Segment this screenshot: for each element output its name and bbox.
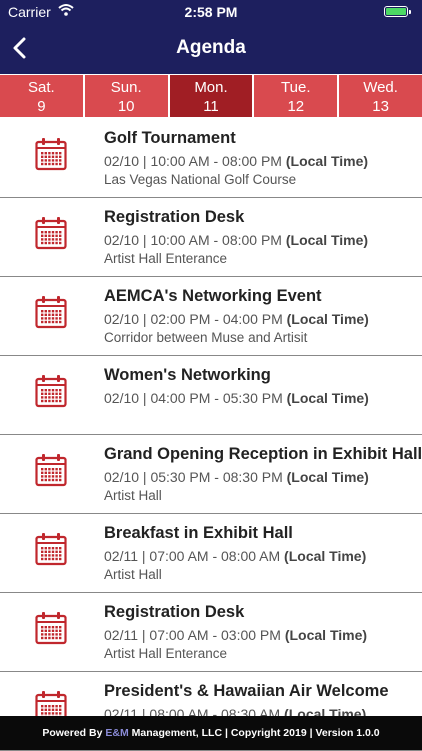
event-timezone: (Local Time) — [285, 232, 369, 248]
day-name: Mon. — [194, 79, 228, 96]
day-date: 10 — [117, 98, 135, 115]
page-title: Agenda — [176, 37, 246, 58]
agenda-list: Golf Tournament 02/10 | 10:00 AM - 08:00… — [0, 119, 422, 751]
event-timezone: (Local Time) — [284, 627, 368, 643]
event-time: 02/10 | 04:00 PM - 05:30 PM (Local Time) — [104, 390, 369, 406]
battery-icon — [384, 6, 411, 17]
event-time: 02/10 | 05:30 PM - 08:30 PM (Local Time) — [104, 469, 369, 485]
day-tab-wed[interactable]: Wed. 13 — [339, 75, 422, 117]
calendar-icon — [35, 454, 67, 487]
day-tab-sat[interactable]: Sat. 9 — [0, 75, 83, 117]
event-time-range: 02/10 | 02:00 PM - 04:00 PM — [104, 311, 287, 327]
event-title: Golf Tournament — [104, 129, 236, 147]
event-title: Breakfast in Exhibit Hall — [104, 524, 293, 542]
nav-header: Carrier 2:58 PM Agenda — [0, 0, 422, 74]
calendar-icon — [35, 375, 67, 408]
event-time-range: 02/10 | 10:00 AM - 08:00 PM — [104, 232, 286, 248]
event-time: 02/10 | 02:00 PM - 04:00 PM (Local Time) — [104, 311, 369, 327]
agenda-item[interactable]: Registration Desk 02/10 | 10:00 AM - 08:… — [0, 198, 422, 277]
day-date: 12 — [287, 98, 305, 115]
footer-credits: Powered By E&M Management, LLC | Copyrig… — [0, 716, 422, 750]
event-time-range: 02/10 | 05:30 PM - 08:30 PM — [104, 469, 287, 485]
status-bar: Carrier 2:58 PM — [0, 0, 422, 24]
status-time: 2:58 PM — [184, 4, 238, 20]
day-name: Sun. — [110, 79, 142, 96]
event-location: Artist Hall Enterance — [104, 646, 228, 661]
calendar-icon — [35, 296, 67, 329]
calendar-icon — [35, 138, 67, 171]
agenda-item[interactable]: AEMCA's Networking Event 02/10 | 02:00 P… — [0, 277, 422, 356]
day-date: 9 — [37, 98, 46, 115]
event-location: Las Vegas National Golf Course — [104, 172, 297, 187]
day-name: Tue. — [281, 79, 311, 96]
event-time: 02/10 | 10:00 AM - 08:00 PM (Local Time) — [104, 153, 368, 169]
calendar-icon — [35, 217, 67, 250]
event-time-range: 02/10 | 04:00 PM - 05:30 PM — [104, 390, 287, 406]
day-tab-tue[interactable]: Tue. 12 — [254, 75, 338, 117]
event-time-range: 02/11 | 07:00 AM - 08:00 AM — [104, 548, 285, 564]
event-timezone: (Local Time) — [285, 153, 369, 169]
event-location: Artist Hall — [104, 567, 162, 582]
event-time: 02/10 | 10:00 AM - 08:00 PM (Local Time) — [104, 232, 368, 248]
day-tabs: Sat. 9 Sun. 10 Mon. 11 Tue. 12 Wed. 13 — [0, 75, 422, 117]
event-location: Artist Hall — [104, 488, 162, 503]
agenda-item[interactable]: Breakfast in Exhibit Hall 02/11 | 07:00 … — [0, 514, 422, 593]
event-timezone: (Local Time) — [286, 311, 369, 327]
agenda-item[interactable]: Golf Tournament 02/10 | 10:00 AM - 08:00… — [0, 119, 422, 198]
event-title: AEMCA's Networking Event — [104, 287, 322, 305]
event-title: Women's Networking — [104, 366, 271, 384]
calendar-icon — [35, 533, 67, 566]
day-date: 11 — [203, 98, 219, 115]
event-timezone: (Local Time) — [286, 390, 369, 406]
event-time-range: 02/10 | 10:00 AM - 08:00 PM — [104, 153, 286, 169]
event-title: Registration Desk — [104, 208, 245, 226]
day-date: 13 — [372, 98, 389, 115]
event-time: 02/11 | 07:00 AM - 03:00 PM (Local Time) — [104, 627, 367, 643]
event-time-range: 02/11 | 07:00 AM - 03:00 PM — [104, 627, 285, 643]
event-timezone: (Local Time) — [284, 548, 367, 564]
footer-prefix: Powered By — [42, 727, 106, 739]
day-name: Sat. — [28, 79, 55, 96]
footer-brand: E&M — [105, 727, 129, 739]
event-location: Artist Hall Enterance — [104, 251, 228, 266]
footer-suffix: Management, LLC | Copyright 2019 | Versi… — [128, 727, 380, 739]
calendar-icon — [35, 612, 67, 645]
day-name: Wed. — [363, 79, 398, 96]
event-title: Grand Opening Reception in Exhibit Hall — [104, 445, 422, 463]
event-location: Corridor between Muse and Artisit — [104, 330, 308, 345]
event-title: Registration Desk — [104, 603, 245, 621]
agenda-item[interactable]: Women's Networking 02/10 | 04:00 PM - 05… — [0, 356, 422, 435]
event-title: President's & Hawaiian Air Welcome — [104, 682, 389, 700]
agenda-item[interactable]: Registration Desk 02/11 | 07:00 AM - 03:… — [0, 593, 422, 672]
agenda-item[interactable]: Grand Opening Reception in Exhibit Hall … — [0, 435, 422, 514]
event-time: 02/11 | 07:00 AM - 08:00 AM (Local Time) — [104, 548, 366, 564]
day-tab-sun[interactable]: Sun. 10 — [84, 75, 168, 117]
day-tab-mon[interactable]: Mon. 11 — [169, 75, 253, 117]
event-timezone: (Local Time) — [286, 469, 369, 485]
